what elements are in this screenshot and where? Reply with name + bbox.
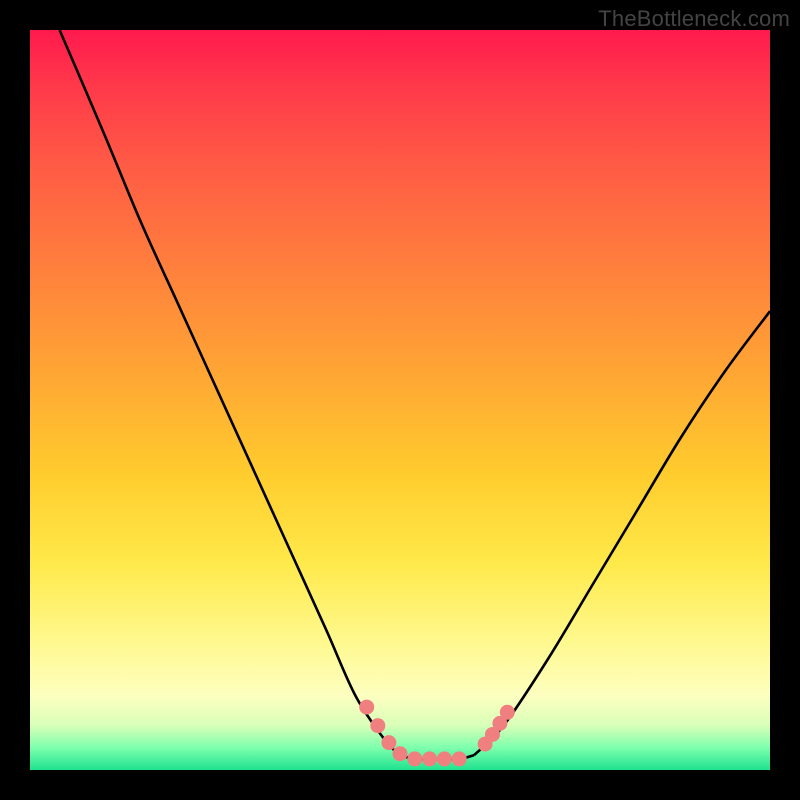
valley-marker: [359, 700, 374, 715]
curve-right-branch: [474, 311, 770, 755]
valley-marker: [500, 705, 515, 720]
watermark-text: TheBottleneck.com: [598, 6, 790, 32]
curve-svg: [30, 30, 770, 770]
chart-frame: TheBottleneck.com: [0, 0, 800, 800]
valley-marker: [381, 735, 396, 750]
plot-area: [30, 30, 770, 770]
valley-marker: [407, 751, 422, 766]
valley-marker: [437, 751, 452, 766]
valley-markers: [359, 700, 515, 767]
valley-marker: [370, 718, 385, 733]
valley-marker: [393, 746, 408, 761]
valley-marker: [422, 751, 437, 766]
curve-left-branch: [60, 30, 400, 755]
valley-marker: [452, 751, 467, 766]
